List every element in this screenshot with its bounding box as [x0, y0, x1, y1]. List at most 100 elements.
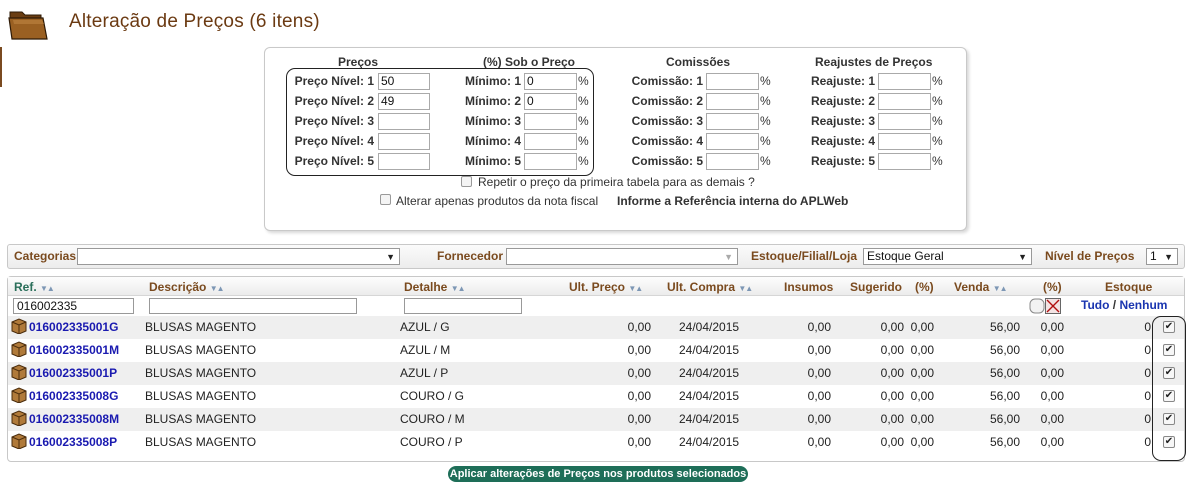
reajuste-input-5[interactable] [878, 153, 931, 170]
chevron-down-icon: ▼ [1018, 252, 1027, 262]
reajuste-label-3: Reajuste: 3 [810, 114, 875, 128]
cell-descricao: BLUSAS MAGENTO [145, 320, 257, 334]
cell-ult-compra: 24/04/2015 [679, 389, 740, 403]
th-descricao-label: Descrição [149, 280, 207, 294]
detalhe-filter-input[interactable] [404, 298, 522, 314]
col-head-reajustes: Reajustes de Preços [815, 55, 933, 69]
comissao-pct-4: % [760, 134, 771, 148]
th-ult-compra[interactable]: Ult. Compra ▼▲ [667, 280, 753, 294]
cell-ult-compra: 24/04/2015 [679, 412, 740, 426]
reajuste-input-1[interactable] [878, 73, 931, 90]
cell-sugerido: 0,00 [880, 320, 904, 334]
minimo-input-1[interactable]: 0 [524, 73, 577, 90]
circle-toggle-icon[interactable] [1029, 298, 1045, 314]
minimo-pct-3: % [578, 114, 589, 128]
cell-pct2: 0,00 [1040, 412, 1064, 426]
product-box-icon [11, 364, 27, 381]
minimo-label-4: Mínimo: 4 [465, 134, 521, 148]
product-ref-link[interactable]: 016002335001G [29, 320, 118, 334]
th-sugerido: Sugerido [850, 280, 903, 294]
th-detalhe[interactable]: Detalhe ▼▲ [404, 280, 466, 294]
cell-descricao: BLUSAS MAGENTO [145, 435, 257, 449]
checkbox-column-highlight [1152, 316, 1186, 461]
minimo-pct-2: % [578, 94, 589, 108]
sort-icon: ▼▲ [40, 284, 55, 293]
cell-pct2: 0,00 [1040, 366, 1064, 380]
categorias-select[interactable]: ▼ [77, 248, 400, 265]
apply-prices-button[interactable]: Aplicar alterações de Preços nos produto… [448, 466, 748, 482]
cell-estoque: 0 [1144, 320, 1151, 334]
sort-icon: ▼▲ [209, 284, 225, 293]
product-ref-link[interactable]: 016002335008G [29, 389, 118, 403]
cell-pct2: 0,00 [1040, 389, 1064, 403]
comissao-pct-1: % [760, 74, 771, 88]
minimo-input-4[interactable] [524, 133, 577, 150]
nivel-value: 1 [1150, 249, 1157, 263]
reajuste-label-5: Reajuste: 5 [810, 154, 875, 168]
cell-estoque: 0 [1144, 366, 1151, 380]
reajuste-input-4[interactable] [878, 133, 931, 150]
nota-fiscal-checkbox[interactable] [380, 194, 391, 205]
cell-sugerido: 0,00 [880, 389, 904, 403]
comissao-pct-5: % [760, 154, 771, 168]
th-ult-preco[interactable]: Ult. Preço ▼▲ [569, 280, 643, 294]
cell-pct1: 0,00 [910, 435, 934, 449]
cell-ult-compra: 24/04/2015 [679, 366, 740, 380]
product-ref-link[interactable]: 016002335008M [29, 412, 119, 426]
comissao-input-4[interactable] [706, 133, 759, 150]
folder-icon [7, 6, 49, 42]
repeat-price-checkbox[interactable] [461, 176, 472, 187]
preco-input-5[interactable] [378, 153, 430, 170]
preco-input-1[interactable]: 50 [378, 73, 430, 90]
cell-pct1: 0,00 [910, 320, 934, 334]
preco-input-2[interactable]: 49 [378, 93, 430, 110]
table-row: 016002335008G BLUSAS MAGENTO COURO / G 0,00… [8, 385, 1184, 408]
col-head-comissoes: Comissões [666, 55, 731, 69]
reajuste-input-2[interactable] [878, 93, 931, 110]
cell-venda: 56,00 [989, 343, 1020, 357]
th-ref[interactable]: Ref. ▼▲ [14, 280, 55, 294]
clear-x-icon[interactable] [1045, 298, 1061, 314]
select-separator: / [1112, 298, 1117, 312]
preco-input-3[interactable] [378, 113, 430, 130]
th-venda[interactable]: Venda ▼▲ [954, 280, 1008, 294]
ref-filter-input[interactable]: 016002335 [13, 298, 134, 314]
cell-pct1: 0,00 [910, 412, 934, 426]
nivel-label: Nível de Preços [1045, 249, 1135, 263]
minimo-input-3[interactable] [524, 113, 577, 130]
cell-detalhe: AZUL / P [400, 366, 449, 380]
cell-ult-preco: 0,00 [627, 366, 651, 380]
comissao-input-3[interactable] [706, 113, 759, 130]
select-all-link[interactable]: Tudo [1081, 298, 1109, 312]
preco-label-3: Preço Nível: 3 [294, 114, 374, 128]
cell-ult-compra: 24/04/2015 [679, 435, 740, 449]
page-title: Alteração de Preços (6 itens) [69, 11, 320, 32]
nivel-select[interactable]: 1 ▼ [1146, 248, 1178, 265]
product-ref-link[interactable]: 016002335001P [29, 366, 117, 380]
cell-pct1: 0,00 [910, 343, 934, 357]
cell-descricao: BLUSAS MAGENTO [145, 366, 257, 380]
descricao-filter-input[interactable] [149, 298, 357, 314]
table-row: 016002335008M BLUSAS MAGENTO COURO / M 0,00… [8, 408, 1184, 431]
estoque-select[interactable]: Estoque Geral ▼ [863, 248, 1032, 265]
minimo-input-5[interactable] [524, 153, 577, 170]
fornecedor-select[interactable]: ▼ [506, 248, 738, 265]
select-none-link[interactable]: Nenhum [1119, 298, 1167, 312]
cell-venda: 56,00 [989, 366, 1020, 380]
cell-insumos: 0,00 [807, 435, 831, 449]
product-ref-link[interactable]: 016002335001M [29, 343, 119, 357]
col-head-precos: Preços [338, 55, 379, 69]
comissao-input-5[interactable] [706, 153, 759, 170]
chevron-down-icon: ▼ [386, 252, 395, 262]
header-divider [0, 47, 2, 87]
comissao-input-1[interactable] [706, 73, 759, 90]
product-box-icon [11, 318, 27, 335]
reajuste-input-3[interactable] [878, 113, 931, 130]
preco-input-4[interactable] [378, 133, 430, 150]
minimo-input-2[interactable]: 0 [524, 93, 577, 110]
comissao-input-2[interactable] [706, 93, 759, 110]
product-ref-link[interactable]: 016002335008P [29, 435, 117, 449]
th-descricao[interactable]: Descrição ▼▲ [149, 280, 225, 294]
fornecedor-label: Fornecedor [437, 249, 504, 263]
select-links: Tudo / Nenhum [1081, 298, 1167, 312]
